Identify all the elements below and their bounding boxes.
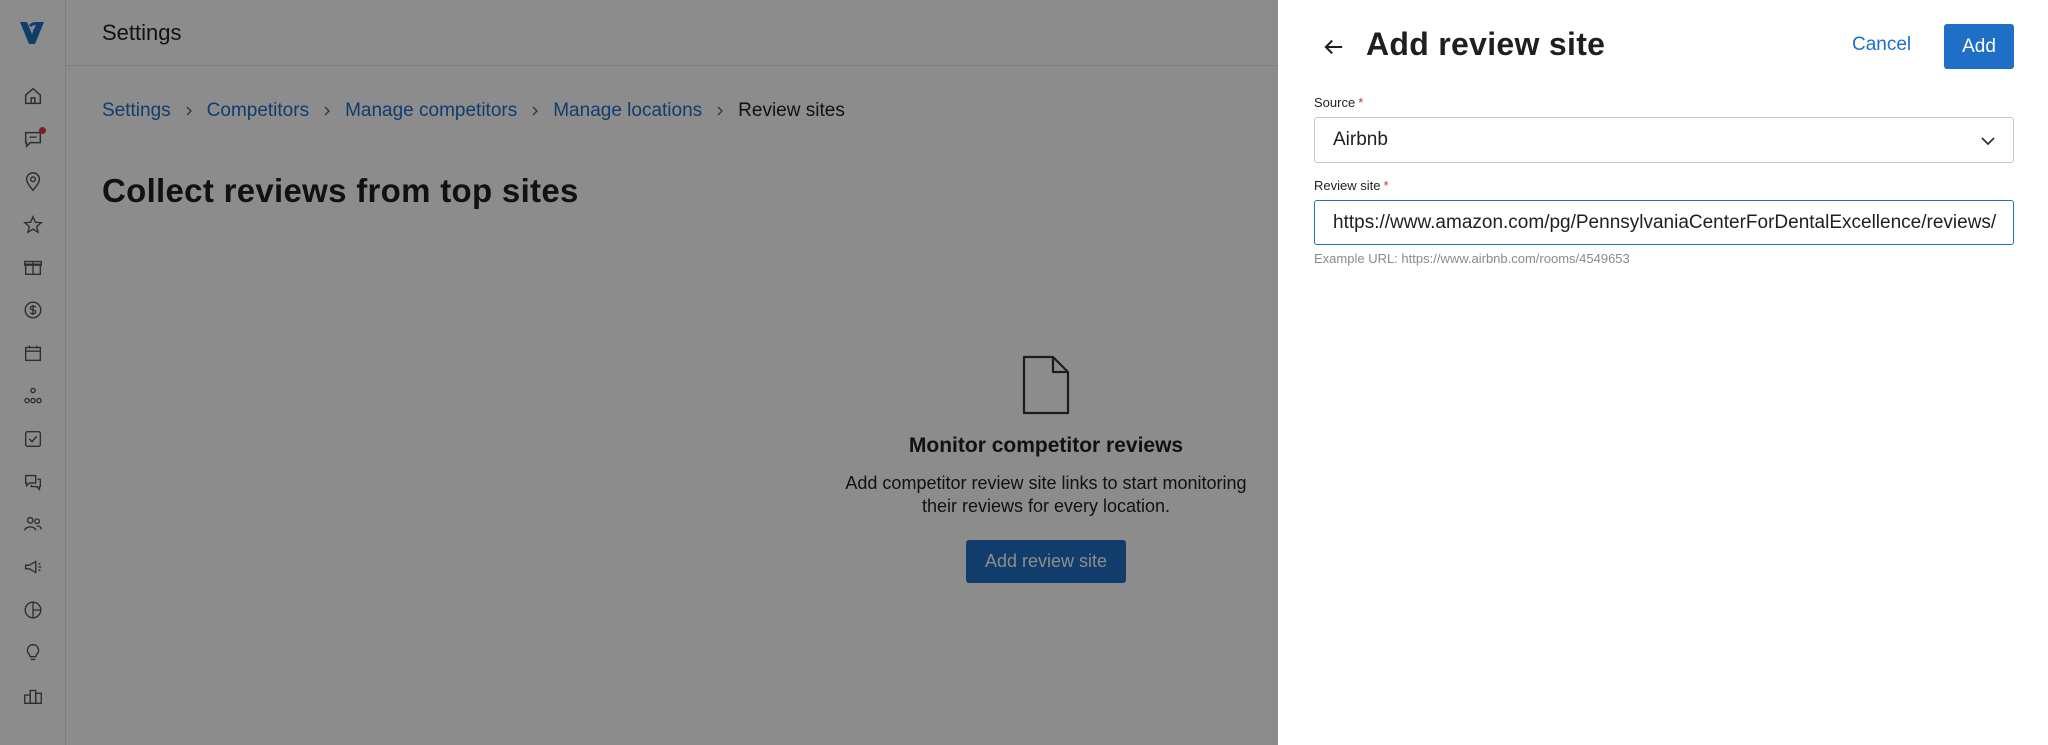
review-site-label: Review site *: [1314, 178, 1389, 193]
add-review-site-panel: Add review site Cancel Add Source * Airbn…: [1278, 0, 2048, 745]
example-url-hint: Example URL: https://www.airbnb.com/room…: [1314, 251, 1630, 266]
source-select[interactable]: Airbnb: [1314, 117, 2014, 163]
add-button[interactable]: Add: [1944, 24, 2014, 69]
panel-title: Add review site: [1366, 26, 1606, 62]
review-site-url-input[interactable]: [1314, 200, 2014, 245]
cancel-button[interactable]: Cancel: [1852, 34, 1911, 56]
required-asterisk: *: [1358, 95, 1364, 110]
chevron-down-icon: [1981, 137, 1995, 146]
review-site-label-text: Review site: [1314, 178, 1381, 193]
source-select-value: Airbnb: [1333, 129, 1388, 150]
back-arrow-icon[interactable]: [1322, 36, 1346, 58]
modal-backdrop[interactable]: [0, 0, 1278, 745]
source-label-text: Source: [1314, 95, 1356, 110]
required-asterisk: *: [1383, 178, 1389, 193]
source-label: Source *: [1314, 95, 1363, 110]
